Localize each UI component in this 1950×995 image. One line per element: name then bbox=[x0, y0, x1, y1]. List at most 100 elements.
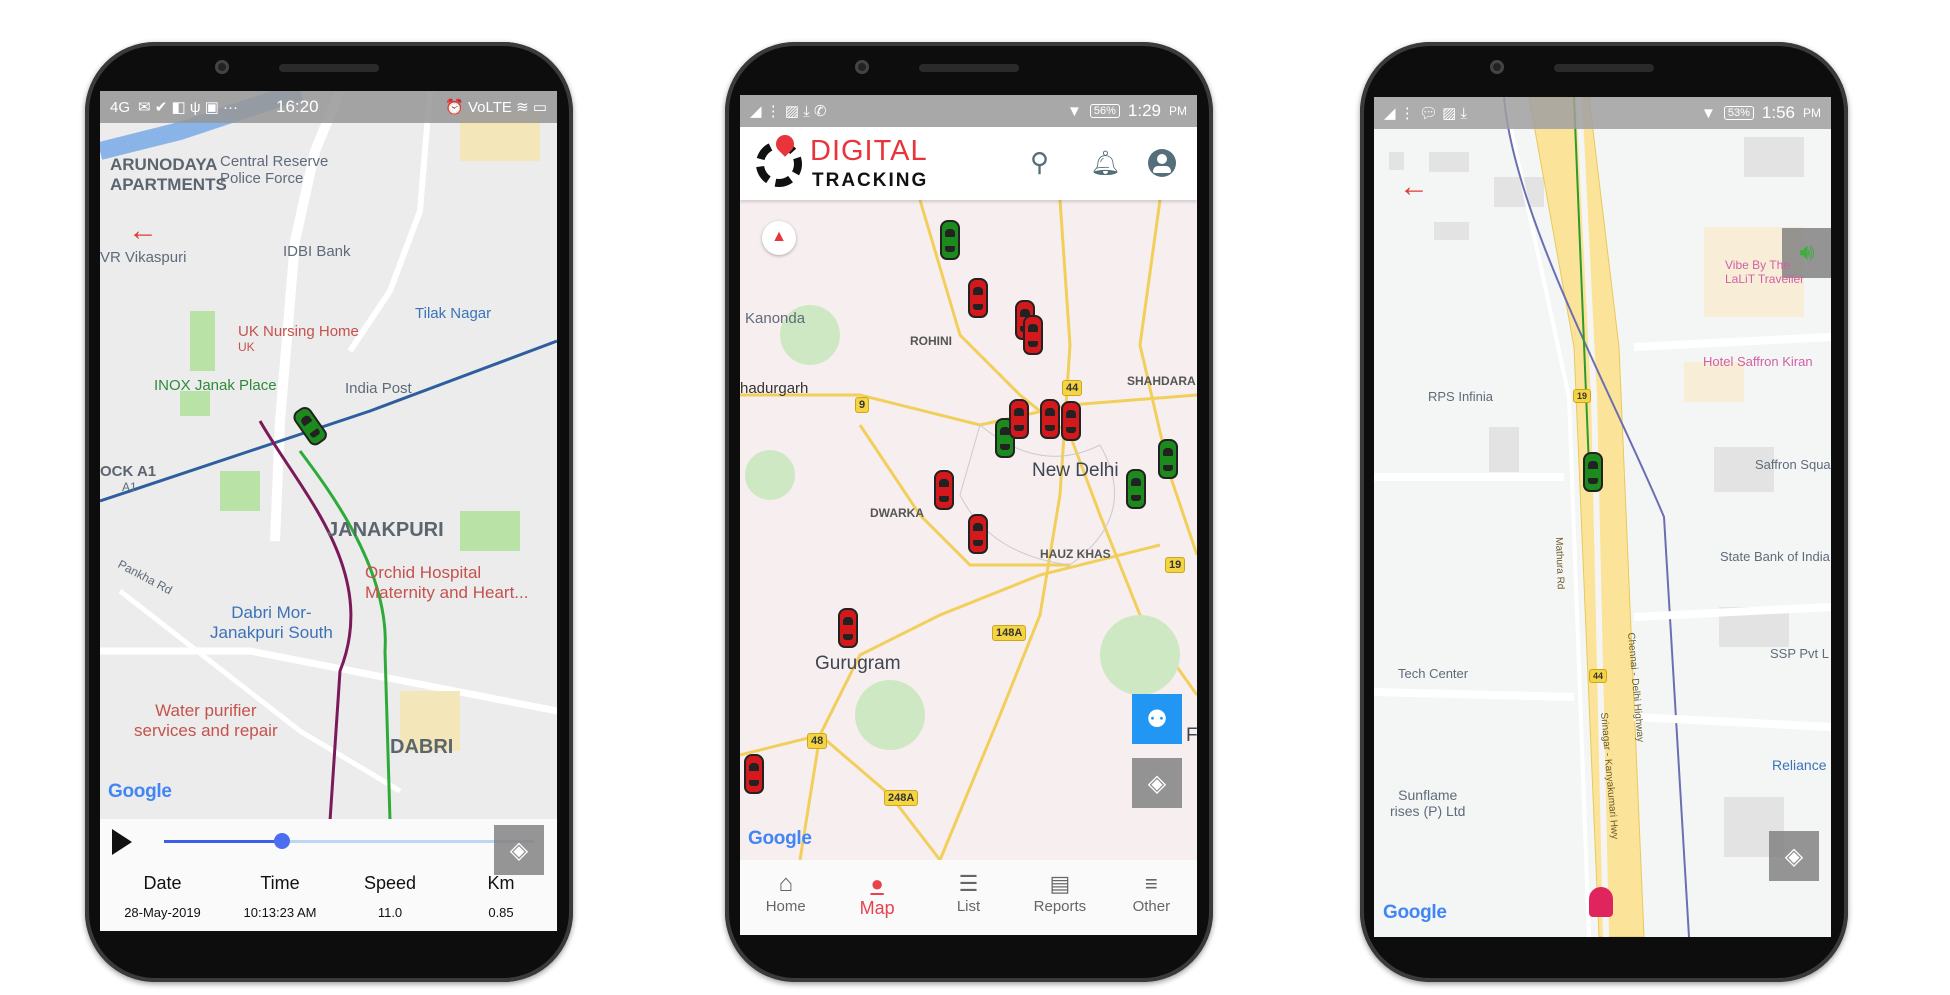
document-icon: ▤ bbox=[1049, 871, 1071, 896]
vehicle-marker-red[interactable] bbox=[968, 278, 988, 318]
map-background bbox=[740, 199, 1197, 861]
notification-icons: ◢ ⋮ 💬︎ ▨ ⤓ bbox=[1384, 105, 1468, 122]
map-label: Dabri Mor- Janakpuri South bbox=[210, 603, 333, 642]
fleet-map-screen: ◢ ⋮ ▨ ⤓ ✆ ▼ 56% 1:29 PM DIGITAL TRACKING… bbox=[740, 95, 1197, 935]
value-speed: 11.0 bbox=[377, 905, 403, 920]
map-label: State Bank of India bbox=[1720, 549, 1830, 564]
playback-slider[interactable] bbox=[164, 833, 534, 849]
vehicle-marker-red[interactable] bbox=[934, 470, 954, 510]
highway-shield: 148A bbox=[992, 625, 1027, 641]
compass-icon[interactable]: ▲ bbox=[762, 221, 796, 255]
status-bar: ◢ ⋮ 💬︎ ▨ ⤓ ▼ 53% 1:56 PM bbox=[1374, 97, 1831, 129]
slider-thumb[interactable] bbox=[274, 833, 291, 849]
map-label: India Post bbox=[345, 380, 412, 397]
nav-label: Home bbox=[765, 898, 806, 915]
live-tracking-screen: ◢ ⋮ 💬︎ ▨ ⤓ ▼ 53% 1:56 PM ← 🔊︎ Vibe By Th… bbox=[1374, 97, 1831, 937]
header-time: Time bbox=[260, 873, 300, 893]
highway-shield: 19 bbox=[1573, 389, 1592, 403]
map-label: Tilak Nagar bbox=[415, 305, 492, 322]
account-icon[interactable] bbox=[1148, 149, 1176, 177]
bell-icon[interactable]: 🔔︎ bbox=[1090, 149, 1120, 178]
layers-icon[interactable]: ◈ bbox=[494, 825, 544, 875]
arrow-left-icon[interactable]: ← bbox=[128, 216, 158, 246]
status-time: 1:56 bbox=[1761, 103, 1795, 122]
arrow-left-icon[interactable]: ← bbox=[1399, 172, 1429, 202]
layers-icon[interactable]: ◈ bbox=[1132, 758, 1182, 808]
value-date: 28-May-2019 bbox=[124, 905, 201, 920]
nav-label: List bbox=[956, 898, 981, 915]
logo-text-tracking: TRACKING bbox=[812, 170, 929, 191]
map-label: JANAKPURI bbox=[327, 519, 444, 541]
map-label: Central Reserve Police Force bbox=[220, 153, 329, 188]
home-icon: ⌂ bbox=[778, 870, 793, 897]
vehicle-marker-red[interactable] bbox=[1009, 399, 1029, 439]
map-label: Orchid Hospital Maternity and Heart... bbox=[365, 563, 529, 602]
map-label: Gurugram bbox=[815, 653, 901, 674]
cluster-button[interactable]: ⚉ bbox=[1132, 694, 1182, 744]
vehicle-marker-red[interactable] bbox=[1023, 315, 1043, 355]
highway-shield: 248A bbox=[884, 790, 919, 806]
map-label: DABRI bbox=[390, 736, 454, 758]
status-ampm: PM bbox=[1169, 104, 1187, 118]
vehicle-marker-red[interactable] bbox=[744, 754, 764, 794]
google-logo: Google bbox=[1383, 902, 1447, 923]
map-label: A1 bbox=[122, 480, 137, 494]
status-bar: ◢ ⋮ ▨ ⤓ ✆ ▼ 56% 1:29 PM bbox=[740, 95, 1197, 127]
map-label: Kanonda bbox=[745, 310, 806, 327]
highway-shield: 48 bbox=[807, 733, 828, 749]
map-pin-icon: ● bbox=[870, 871, 884, 896]
nav-map[interactable]: ● Map bbox=[831, 860, 922, 935]
playback-values: 28-May-2019 10:13:23 AM 11.0 0.85 bbox=[100, 905, 557, 920]
header-km: Km bbox=[487, 873, 515, 893]
vehicle-marker-red[interactable] bbox=[838, 608, 858, 648]
playback-screen: 4G ✉ ✔ ◧ ψ ▣ ··· 16:20 ⏰ VoLTE ≋ ▭ ARUNO… bbox=[100, 91, 557, 931]
vehicle-marker-green[interactable] bbox=[940, 220, 960, 260]
map-label: IDBI Bank bbox=[283, 243, 351, 260]
nav-other[interactable]: ≡ Other bbox=[1106, 860, 1197, 935]
status-bar: 4G ✉ ✔ ◧ ψ ▣ ··· 16:20 ⏰ VoLTE ≋ ▭ bbox=[100, 91, 557, 123]
search-icon[interactable]: ⚲ bbox=[1030, 147, 1049, 178]
network-indicator: 4G bbox=[110, 98, 131, 116]
vehicle-marker-green[interactable] bbox=[1126, 469, 1146, 509]
map-label: UK bbox=[238, 340, 255, 354]
vehicle-marker[interactable] bbox=[1583, 452, 1603, 492]
map-label: hadurgarh bbox=[740, 380, 809, 397]
app-header: DIGITAL TRACKING ⚲ 🔔︎ bbox=[740, 127, 1197, 200]
battery-indicator: 56% bbox=[1089, 104, 1120, 118]
nav-list[interactable]: ☰ List bbox=[923, 860, 1014, 935]
vehicle-marker-red[interactable] bbox=[1061, 401, 1081, 441]
map-label: Reliance bbox=[1772, 757, 1827, 773]
vehicle-marker-green[interactable] bbox=[1158, 439, 1178, 479]
touch-indicator-icon bbox=[1589, 887, 1613, 917]
google-logo: Google bbox=[108, 781, 172, 802]
play-icon[interactable] bbox=[112, 829, 132, 855]
vehicle-marker-red[interactable] bbox=[968, 514, 988, 554]
phone-live-tracking: ◢ ⋮ 💬︎ ▨ ⤓ ▼ 53% 1:56 PM ← 🔊︎ Vibe By Th… bbox=[1360, 42, 1848, 982]
playback-headers: Date Time Speed Km bbox=[100, 873, 557, 894]
map-label: Tech Center bbox=[1398, 666, 1469, 681]
value-time: 10:13:23 AM bbox=[243, 905, 317, 920]
map-label: ARUNODAYA APARTMENTS bbox=[110, 155, 227, 194]
nav-home[interactable]: ⌂ Home bbox=[740, 860, 831, 935]
layers-icon[interactable]: ◈ bbox=[1769, 831, 1819, 881]
logo-text-digital: DIGITAL bbox=[810, 135, 928, 167]
status-ampm: PM bbox=[1803, 106, 1821, 120]
map-label: SHAHDARA bbox=[1127, 374, 1196, 388]
map-label: UK Nursing Home bbox=[238, 323, 359, 340]
nav-label: Reports bbox=[1033, 898, 1087, 915]
map-background bbox=[100, 91, 557, 822]
vehicle-marker-red[interactable] bbox=[1040, 399, 1060, 439]
playback-panel: ◈ Date Time Speed Km 28-May-2019 10:13:2… bbox=[100, 819, 557, 931]
map-label: DWARKA bbox=[870, 506, 924, 520]
phone-playback: 4G ✉ ✔ ◧ ψ ▣ ··· 16:20 ⏰ VoLTE ≋ ▭ ARUNO… bbox=[85, 42, 573, 982]
nav-reports[interactable]: ▤ Reports bbox=[1014, 860, 1105, 935]
status-time: 16:20 bbox=[276, 97, 319, 116]
header-date: Date bbox=[143, 873, 182, 893]
map-label: Water purifier services and repair bbox=[134, 701, 278, 740]
signal-icon: ◢ ⋮ ▨ ⤓ ✆ bbox=[750, 103, 827, 120]
map-label: HAUZ KHAS bbox=[1040, 547, 1111, 561]
map-label: New Delhi bbox=[1032, 460, 1119, 481]
list-icon: ☰ bbox=[958, 871, 979, 896]
wifi-icon: ▼ bbox=[1067, 102, 1082, 120]
value-km: 0.85 bbox=[488, 905, 514, 920]
